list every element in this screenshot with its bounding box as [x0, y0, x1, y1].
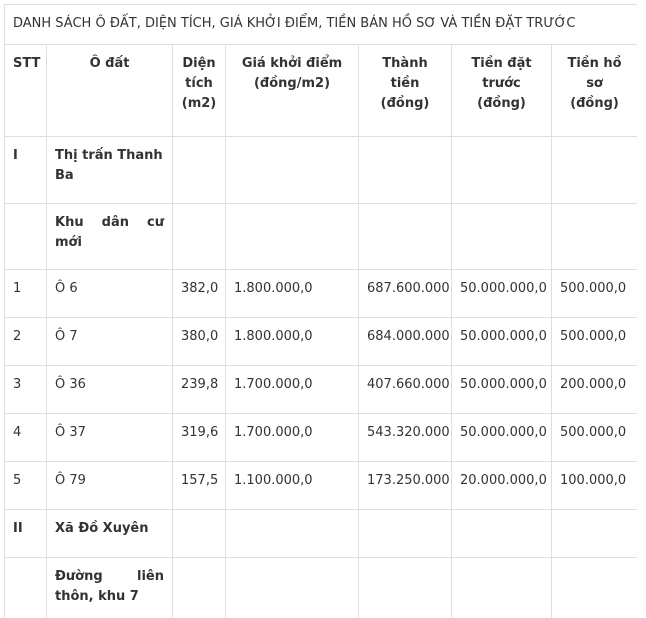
cell-total: 687.600.000	[358, 269, 452, 318]
cell-deposit: 20.000.000,0	[451, 461, 552, 510]
lot-table-container: DANH SÁCH Ô ĐẤT, DIỆN TÍCH, GIÁ KHỞI ĐIỂ…	[4, 4, 637, 618]
cell-stt: 1	[4, 269, 47, 318]
cell-area: 380,0	[172, 317, 226, 366]
word: Đường	[55, 569, 103, 584]
cell-fee: 200.000,0	[550, 365, 637, 414]
empty-cell	[550, 557, 637, 618]
cell-stt: 2	[4, 317, 47, 366]
empty-cell	[451, 509, 552, 558]
empty-cell	[172, 509, 226, 558]
cell-stt: 4	[4, 413, 47, 462]
header-deposit: Tiền đặt trước (đồng)	[451, 44, 552, 137]
empty-cell	[358, 203, 452, 270]
empty-cell	[358, 136, 452, 204]
cell-start-price: 1.100.000,0	[225, 461, 359, 510]
table-row: 3 Ô 36 239,8 1.700.000,0 407.660.000 50.…	[4, 365, 637, 414]
cell-area: 382,0	[172, 269, 226, 318]
empty-cell	[172, 136, 226, 204]
table-row: 2 Ô 7 380,0 1.800.000,0 684.000.000 50.0…	[4, 317, 637, 366]
cell-lot: Ô 7	[46, 317, 173, 366]
empty-cell	[358, 557, 452, 618]
subsection-name-line2: thôn, khu 7	[55, 589, 139, 604]
section-number: I	[4, 136, 47, 204]
header-lot: Ô đất	[46, 44, 173, 137]
empty-cell	[550, 509, 637, 558]
header-fee: Tiền hồ sơ (đồng)	[550, 44, 637, 137]
empty-cell	[451, 136, 552, 204]
cell-start-price: 1.700.000,0	[225, 365, 359, 414]
lot-table: DANH SÁCH Ô ĐẤT, DIỆN TÍCH, GIÁ KHỞI ĐIỂ…	[4, 4, 637, 618]
header-area: Diện tích (m2)	[172, 44, 226, 137]
subsection-name-line2: mới	[55, 235, 82, 250]
subsection-name-line1: Đường liên	[55, 567, 164, 587]
subsection-row: Đường liên thôn, khu 7	[4, 557, 637, 618]
cell-area: 157,5	[172, 461, 226, 510]
cell-lot: Ô 37	[46, 413, 173, 462]
empty-cell	[4, 557, 47, 618]
word: liên	[137, 569, 164, 584]
empty-cell	[358, 509, 452, 558]
empty-cell	[451, 557, 552, 618]
cell-total: 543.320.000	[358, 413, 452, 462]
empty-cell	[172, 203, 226, 270]
section-name: Thị trấn Thanh Ba	[46, 136, 173, 204]
empty-cell	[225, 557, 359, 618]
table-title: DANH SÁCH Ô ĐẤT, DIỆN TÍCH, GIÁ KHỞI ĐIỂ…	[4, 4, 637, 45]
cell-deposit: 50.000.000,0	[451, 365, 552, 414]
subsection-name: Đường liên thôn, khu 7	[46, 557, 173, 618]
subsection-name: Khu dân cư mới	[46, 203, 173, 270]
empty-cell	[550, 203, 637, 270]
cell-stt: 3	[4, 365, 47, 414]
header-start-price: Giá khởi điểm (đồng/m2)	[225, 44, 359, 137]
subsection-row: Khu dân cư mới	[4, 203, 637, 270]
cell-total: 407.660.000	[358, 365, 452, 414]
header-row: STT Ô đất Diện tích (m2) Giá khởi điểm (…	[4, 44, 637, 137]
section-row: I Thị trấn Thanh Ba	[4, 136, 637, 204]
empty-cell	[225, 136, 359, 204]
cell-total: 173.250.000	[358, 461, 452, 510]
empty-cell	[172, 557, 226, 618]
cell-stt: 5	[4, 461, 47, 510]
empty-cell	[451, 203, 552, 270]
cell-deposit: 50.000.000,0	[451, 317, 552, 366]
cell-area: 319,6	[172, 413, 226, 462]
header-total: Thành tiền (đồng)	[358, 44, 452, 137]
section-number: II	[4, 509, 47, 558]
cell-fee: 500.000,0	[550, 413, 637, 462]
subsection-name-line1: Khu dân cư	[55, 213, 164, 233]
word: dân	[101, 215, 129, 230]
table-row: 4 Ô 37 319,6 1.700.000,0 543.320.000 50.…	[4, 413, 637, 462]
cell-deposit: 50.000.000,0	[451, 413, 552, 462]
cell-fee: 100.000,0	[550, 461, 637, 510]
cell-lot: Ô 36	[46, 365, 173, 414]
cell-start-price: 1.800.000,0	[225, 317, 359, 366]
section-row: II Xã Đồ Xuyên	[4, 509, 637, 558]
cell-area: 239,8	[172, 365, 226, 414]
empty-cell	[550, 136, 637, 204]
cell-lot: Ô 6	[46, 269, 173, 318]
table-row: 1 Ô 6 382,0 1.800.000,0 687.600.000 50.0…	[4, 269, 637, 318]
cell-lot: Ô 79	[46, 461, 173, 510]
section-name: Xã Đồ Xuyên	[46, 509, 173, 558]
cell-start-price: 1.800.000,0	[225, 269, 359, 318]
cell-deposit: 50.000.000,0	[451, 269, 552, 318]
word: cư	[147, 215, 164, 230]
table-row: 5 Ô 79 157,5 1.100.000,0 173.250.000 20.…	[4, 461, 637, 510]
title-row: DANH SÁCH Ô ĐẤT, DIỆN TÍCH, GIÁ KHỞI ĐIỂ…	[4, 4, 637, 45]
cell-start-price: 1.700.000,0	[225, 413, 359, 462]
empty-cell	[225, 509, 359, 558]
header-stt: STT	[4, 44, 47, 137]
empty-cell	[4, 203, 47, 270]
cell-fee: 500.000,0	[550, 317, 637, 366]
cell-total: 684.000.000	[358, 317, 452, 366]
cell-fee: 500.000,0	[550, 269, 637, 318]
word: Khu	[55, 215, 84, 230]
empty-cell	[225, 203, 359, 270]
